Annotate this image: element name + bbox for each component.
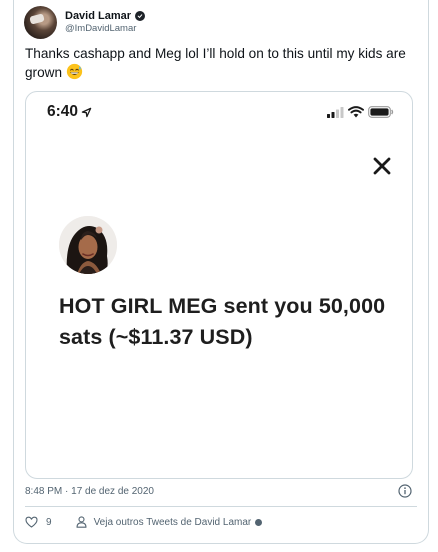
status-time-label: 6:40 [47, 103, 79, 120]
author-avatar[interactable] [24, 5, 57, 39]
grinning-sweat-emoji-icon [66, 63, 83, 80]
location-arrow-icon [81, 107, 92, 117]
tweet-text: Thanks cashapp and Meg lol I’ll hold on … [25, 45, 420, 82]
battery-icon [368, 106, 394, 118]
tweet-footer: 9 Veja outros Tweets de David Lamar [25, 512, 263, 532]
user-icon [76, 516, 87, 528]
heart-icon [25, 516, 38, 528]
like-count: 9 [46, 516, 52, 528]
verified-badge-icon [135, 11, 146, 21]
small-info-icon [255, 518, 263, 526]
attached-screenshot[interactable]: 6:40 HOT GIRL MEG sent you 50,000 sats (… [25, 91, 413, 479]
phone-status-icons [327, 106, 394, 118]
like-button[interactable]: 9 [25, 516, 52, 528]
wifi-icon [348, 106, 364, 118]
sender-photo-icon [59, 216, 117, 274]
tweet-header: David Lamar @ImDavidLamar [24, 4, 146, 40]
tweet-timestamp[interactable]: 8:48 PM · 17 de dez de 2020 [25, 486, 154, 497]
payment-notification-text: HOT GIRL MEG sent you 50,000 sats (~$11.… [59, 294, 386, 349]
more-tweets-label: Veja outros Tweets de David Lamar [93, 516, 252, 528]
tweet-card: David Lamar @ImDavidLamar Thanks cashapp… [13, 0, 429, 544]
name-row: David Lamar [65, 10, 146, 22]
info-icon[interactable] [398, 484, 412, 498]
author-handle[interactable]: @ImDavidLamar [65, 23, 145, 34]
sender-avatar [59, 216, 117, 274]
cellular-signal-icon [327, 106, 344, 118]
more-tweets-link[interactable]: Veja outros Tweets de David Lamar [76, 516, 263, 528]
divider [25, 506, 417, 507]
author-names: David Lamar @ImDavidLamar [65, 10, 146, 34]
close-icon[interactable] [372, 156, 392, 176]
author-display-name[interactable]: David Lamar [65, 10, 131, 22]
phone-status-time: 6:40 [47, 103, 92, 121]
